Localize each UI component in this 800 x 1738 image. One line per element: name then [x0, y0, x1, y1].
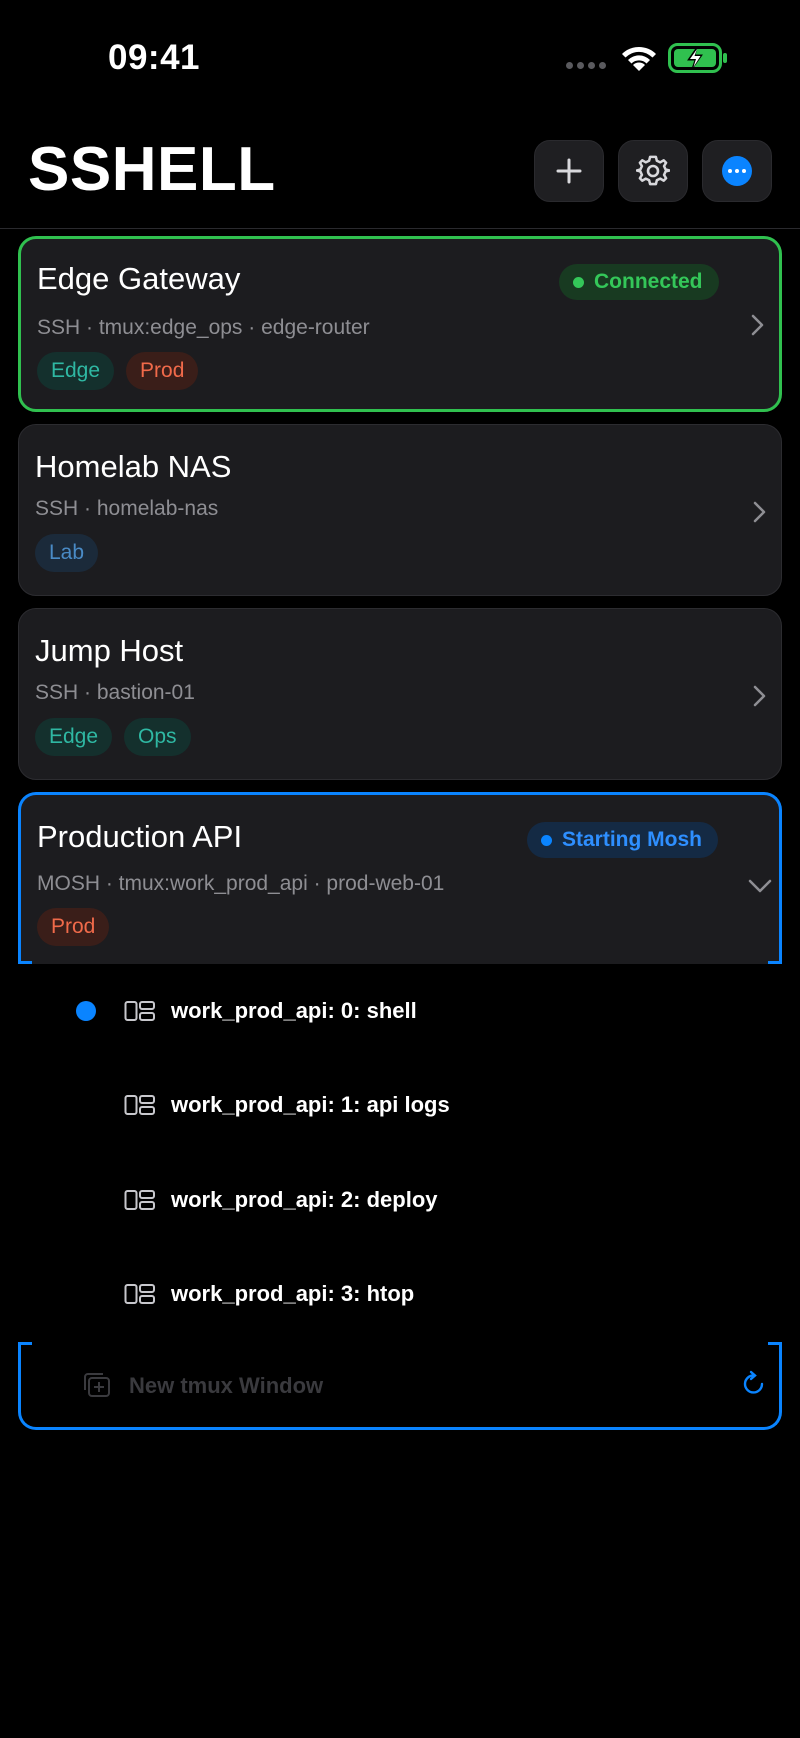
tmux-window-label: work_prod_api: 0: shell	[171, 998, 417, 1023]
chevron-right-icon	[751, 314, 764, 336]
card-bracket-right	[768, 1342, 782, 1352]
card-bracket-right	[768, 955, 782, 964]
status-bar: 09:41	[0, 0, 800, 110]
tag-edge: Edge	[37, 352, 115, 390]
host-card-production-api[interactable]: Production API Starting Mosh MOSH · tmux…	[18, 792, 782, 964]
status-badge: Connected	[559, 264, 719, 300]
add-host-button[interactable]	[534, 140, 604, 202]
ellipsis-circle-icon	[722, 156, 752, 186]
tmux-window-icon	[124, 1095, 155, 1115]
tmux-window-icon	[124, 1190, 155, 1210]
chevron-down-icon	[748, 879, 772, 893]
tmux-window-icon	[124, 1001, 155, 1021]
tmux-window-row[interactable]: work_prod_api: 0: shell	[0, 964, 800, 1058]
tag-ops: Ops	[124, 718, 191, 756]
host-name: Homelab NAS	[35, 449, 232, 484]
host-name: Production API	[37, 819, 243, 854]
battery-charging-icon	[668, 43, 727, 73]
new-tmux-window-button[interactable]: New tmux Window	[18, 1342, 782, 1430]
settings-button[interactable]	[618, 140, 688, 202]
card-bracket-left	[18, 955, 32, 964]
tag-lab: Lab	[35, 534, 99, 572]
active-window-dot	[76, 1001, 96, 1021]
tag-edge: Edge	[35, 718, 113, 756]
chevron-right-icon	[753, 685, 766, 707]
plus-icon	[556, 158, 582, 184]
tmux-window-label: work_prod_api: 2: deploy	[171, 1187, 438, 1212]
tmux-window-icon	[124, 1284, 155, 1304]
card-bracket-left	[18, 1342, 32, 1352]
more-button[interactable]	[702, 140, 772, 202]
status-dot	[573, 276, 584, 288]
status-badge-label: Connected	[594, 270, 703, 293]
tmux-window-row[interactable]: work_prod_api: 2: deploy	[0, 1153, 800, 1247]
tmux-window-row[interactable]: work_prod_api: 1: api logs	[0, 1058, 800, 1152]
host-card-homelab-nas[interactable]: Homelab NAS SSH · homelab-nas Lab	[18, 424, 782, 596]
host-name: Jump Host	[35, 633, 184, 668]
chevron-right-icon	[753, 501, 766, 523]
host-subtitle: SSH · bastion-01	[35, 681, 195, 704]
tag-prod: Prod	[126, 352, 199, 390]
new-tmux-window-label: New tmux Window	[129, 1373, 324, 1398]
host-subtitle: SSH · tmux:edge_ops · edge-router	[37, 316, 370, 339]
refresh-icon[interactable]	[741, 1370, 767, 1398]
new-window-icon	[84, 1373, 110, 1397]
status-dot	[541, 834, 552, 846]
host-subtitle: MOSH · tmux:work_prod_api · prod-web-01	[37, 872, 445, 895]
host-card-jump-host[interactable]: Jump Host SSH · bastion-01 Edge Ops	[18, 608, 782, 780]
tmux-window-row[interactable]: work_prod_api: 3: htop	[0, 1247, 800, 1341]
tag-prod: Prod	[37, 908, 110, 946]
app-title: SSHELL	[28, 135, 276, 204]
status-badge-label: Starting Mosh	[562, 828, 702, 851]
gear-icon	[636, 155, 670, 186]
host-subtitle: SSH · homelab-nas	[35, 497, 219, 520]
host-name: Edge Gateway	[37, 261, 241, 296]
tmux-window-label: work_prod_api: 3: htop	[171, 1281, 415, 1306]
header-divider	[0, 228, 800, 229]
status-badge: Starting Mosh	[527, 822, 718, 858]
tmux-window-label: work_prod_api: 1: api logs	[171, 1092, 450, 1117]
wifi-icon	[622, 46, 656, 71]
status-time: 09:41	[108, 38, 201, 77]
cellular-signal-icon	[566, 62, 606, 69]
host-card-edge-gateway[interactable]: Edge Gateway Connected SSH · tmux:edge_o…	[18, 236, 782, 412]
